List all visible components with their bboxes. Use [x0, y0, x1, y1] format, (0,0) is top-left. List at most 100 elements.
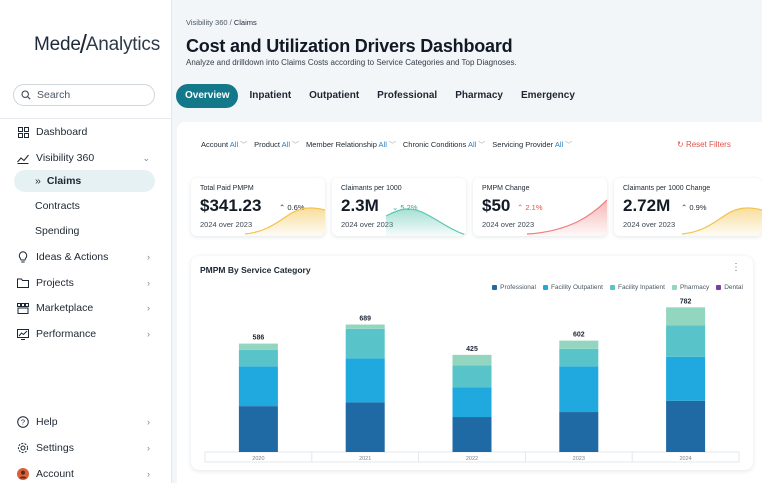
sidebar-divider: [0, 118, 172, 119]
bar-total-label: 602: [573, 332, 585, 339]
tab-emergency[interactable]: Emergency: [512, 84, 584, 108]
sidebar-item-help[interactable]: ? Help ›: [16, 411, 156, 433]
sidebar-item-label: Projects: [36, 277, 74, 289]
bar-segment-facility-inpatient-2022[interactable]: [452, 365, 492, 388]
sidebar-item-projects[interactable]: Projects ›: [16, 272, 156, 294]
bar-total-label: 782: [680, 298, 692, 305]
folder-icon: [16, 276, 30, 290]
bar-total-label: 425: [466, 346, 478, 353]
chevron-right-icon: ›: [147, 329, 150, 339]
kpi-label: Claimants per 1000: [341, 185, 402, 192]
bar-segment-professional-2021[interactable]: [345, 402, 385, 452]
chevron-right-icon: ›: [147, 252, 150, 262]
stacked-bar-chart: 586 2020 689 2021 425 2022 602 2023 782 2024: [204, 298, 740, 463]
filter-bar: Account All ﹀ Product All ﹀ Member Relatio…: [201, 140, 579, 150]
filter-label: Servicing Provider: [492, 140, 554, 149]
main-content: Visibility 360 / Claims Cost and Utiliza…: [172, 0, 762, 483]
bar-segment-pharmacy-2022[interactable]: [452, 354, 492, 366]
kpi-value: 2.3M: [341, 196, 379, 215]
sidebar-item-label: Contracts: [35, 200, 80, 212]
bar-segment-facility-outpatient-2023[interactable]: [559, 366, 599, 413]
bar-segment-facility-outpatient-2021[interactable]: [345, 358, 385, 403]
filter-label: Account: [201, 140, 229, 149]
sidebar-item-label: Visibility 360: [36, 152, 95, 164]
logo-slash: /: [79, 29, 87, 59]
chevron-down-icon: ﹀: [565, 142, 573, 149]
breadcrumb-current: Claims: [233, 18, 257, 27]
kpi-value: 2.72M: [623, 196, 671, 215]
bar-segment-facility-inpatient-2023[interactable]: [559, 348, 599, 367]
sidebar-item-dashboard[interactable]: Dashboard: [16, 121, 156, 143]
bar-segment-professional-2024[interactable]: [666, 400, 706, 452]
sidebar-item-visibility-360[interactable]: Visibility 360 ⌄: [16, 147, 156, 169]
sparkline: [527, 199, 607, 236]
bar-segment-pharmacy-2023[interactable]: [559, 340, 599, 349]
tab-professional[interactable]: Professional: [368, 84, 446, 108]
bar-segment-facility-outpatient-2022[interactable]: [452, 387, 492, 418]
tab-pharmacy[interactable]: Pharmacy: [446, 84, 512, 108]
gear-icon: [16, 441, 30, 455]
filter-product[interactable]: Product All ﹀: [254, 140, 299, 150]
bar-segment-pharmacy-2024[interactable]: [666, 307, 706, 326]
double-chevron-icon: »: [35, 175, 41, 187]
filter-chronic-conditions[interactable]: Chronic Conditions All ﹀: [403, 140, 485, 150]
sidebar-item-account[interactable]: Account ›: [16, 463, 156, 483]
bar-segment-facility-inpatient-2020[interactable]: [238, 349, 278, 367]
sidebar-item-claims[interactable]: » Claims: [14, 170, 155, 192]
chart-card: PMPM By Service Category ⋮ Professional …: [191, 256, 753, 470]
logo-analytics: Analytics: [85, 34, 160, 55]
sidebar-item-label: Spending: [35, 225, 80, 237]
bar-segment-facility-outpatient-2020[interactable]: [238, 366, 278, 407]
page-subtitle: Analyze and drilldown into Claims Costs …: [186, 58, 517, 67]
chevron-down-icon: ⌄: [142, 152, 150, 163]
chart-icon: [16, 327, 30, 341]
kpi-card-claimants-per-1000[interactable]: Claimants per 1000 2.3M ⌄ 5.2% 2024 over…: [332, 178, 466, 236]
chevron-right-icon: ›: [147, 443, 150, 453]
reset-filters-button[interactable]: ↻ Reset Filters: [677, 140, 731, 149]
sidebar-item-settings[interactable]: Settings ›: [16, 437, 156, 459]
sidebar-item-marketplace[interactable]: Marketplace ›: [16, 297, 156, 319]
filter-member-relationship[interactable]: Member Relationship All ﹀: [306, 140, 396, 150]
chevron-right-icon: ›: [147, 303, 150, 313]
chevron-down-icon: ﹀: [478, 142, 486, 149]
trend-icon: [16, 151, 30, 165]
kpi-card-pmpm-change[interactable]: PMPM Change $50 ⌃ 2.1% 2024 over 2023: [473, 178, 607, 236]
bar-segment-facility-outpatient-2024[interactable]: [666, 356, 706, 401]
chevron-down-icon: ﹀: [292, 142, 299, 149]
chevron-right-icon: ›: [147, 469, 150, 479]
sidebar-item-contracts[interactable]: Contracts: [14, 195, 154, 217]
bar-segment-professional-2022[interactable]: [452, 417, 492, 452]
kpi-label: Claimants per 1000 Change: [623, 185, 711, 192]
bar-segment-professional-2020[interactable]: [238, 406, 278, 452]
breadcrumb-section[interactable]: Visibility 360: [186, 18, 228, 27]
kpi-sub: 2024 over 2023: [623, 220, 676, 229]
sidebar-item-label: Marketplace: [36, 302, 94, 314]
tab-outpatient[interactable]: Outpatient: [300, 84, 368, 108]
filter-servicing-provider[interactable]: Servicing Provider All ﹀: [492, 140, 572, 150]
sidebar: Mede/Analytics Search Dashboard Visibili…: [0, 0, 172, 483]
reset-label: Reset Filters: [685, 140, 731, 149]
sparkline: [682, 207, 762, 236]
bar-total-label: 689: [359, 316, 371, 323]
logo[interactable]: Mede/Analytics: [34, 26, 160, 59]
filter-account[interactable]: Account All ﹀: [201, 140, 247, 150]
kpi-card-claimants-per-1000-change[interactable]: Claimants per 1000 Change 2.72M ⌃ 0.9% 2…: [614, 178, 762, 236]
filter-label: Chronic Conditions: [402, 140, 467, 149]
filter-value: All: [281, 140, 290, 149]
search-input[interactable]: Search: [13, 84, 155, 106]
bar-segment-pharmacy-2021[interactable]: [345, 324, 385, 329]
bar-segment-facility-inpatient-2024[interactable]: [666, 325, 706, 357]
chevron-right-icon: ›: [147, 417, 150, 427]
kpi-value: $50: [482, 196, 511, 215]
kpi-card-total-paid-pmpm[interactable]: Total Paid PMPM $341.23 ⌃ 0.6% 2024 over…: [191, 178, 325, 236]
bar-segment-facility-inpatient-2021[interactable]: [345, 328, 385, 359]
bar-segment-pharmacy-2020[interactable]: [238, 343, 278, 350]
bar-segment-professional-2023[interactable]: [559, 412, 599, 452]
tab-inpatient[interactable]: Inpatient: [240, 84, 300, 108]
sidebar-item-performance[interactable]: Performance ›: [16, 323, 156, 345]
sidebar-item-spending[interactable]: Spending: [14, 220, 154, 242]
grid-icon: [16, 125, 30, 139]
x-tick-label: 2021: [359, 456, 371, 462]
sidebar-item-ideas-actions[interactable]: Ideas & Actions ›: [16, 246, 156, 268]
tab-overview[interactable]: Overview: [176, 84, 239, 108]
